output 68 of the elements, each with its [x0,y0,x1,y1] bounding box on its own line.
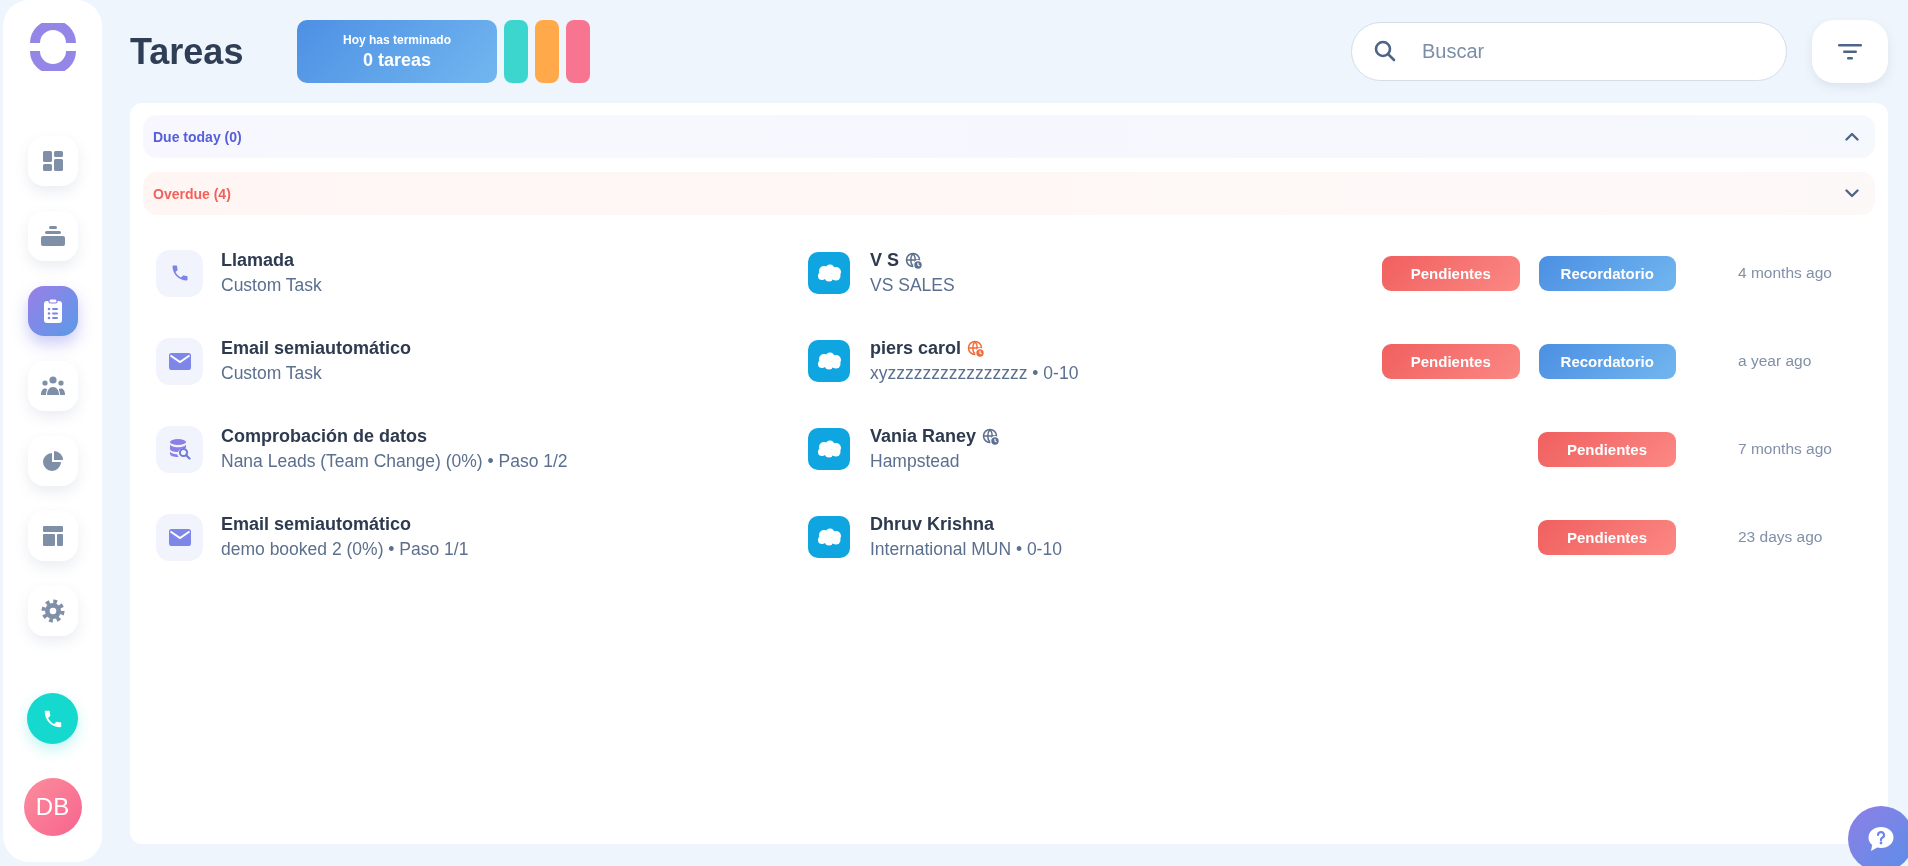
section-header[interactable]: Due today (0) [143,115,1875,158]
sidebar-nav-button[interactable] [27,361,78,411]
sidebar-nav-button[interactable] [27,211,78,261]
search-field[interactable]: Buscar [1351,22,1787,81]
sidebar-nav-button[interactable] [27,286,78,336]
pending-tag[interactable]: Pendientes [1382,343,1520,379]
pending-tag[interactable]: Pendientes [1538,431,1676,467]
contact-name[interactable]: Dhruv Krishna [870,514,995,535]
contact-detail: VS SALES [870,275,956,296]
cloud-icon [816,352,842,370]
summary-count: 0 tareas [362,49,432,71]
task-subtitle: demo booked 2 (0%) • Paso 1/1 [221,539,470,560]
contact-detail: xyzzzzzzzzzzzzzzzz • 0-10 [870,363,1080,384]
section-title: Due today (0) [153,128,242,145]
contact-name[interactable]: Vania Raney [870,426,977,447]
chevron-down-icon[interactable] [1845,189,1859,198]
color-pill[interactable] [504,20,528,83]
color-pill[interactable] [535,20,559,83]
task-time: 4 months ago [1737,264,1833,282]
pending-tag[interactable]: Pendientes [1382,255,1520,291]
user-avatar[interactable]: DB [23,778,82,836]
page-title: Tareas [130,30,245,73]
pie-chart-icon [41,450,64,472]
task-time: 23 days ago [1737,528,1824,546]
help-button[interactable] [1848,806,1908,866]
task-subtitle: Custom Task [221,363,323,384]
contact-detail: International MUN • 0-10 [870,539,1063,560]
task-title: Comprobación de datos [221,426,428,447]
section-title: Overdue (4) [153,185,231,202]
contact-detail: Hampstead [870,451,961,472]
help-chat-icon [1867,826,1895,852]
cloud-icon [816,264,842,282]
contact-name[interactable]: piers carol [870,338,962,359]
chevron-up-icon[interactable] [1845,132,1859,141]
cloud-icon [816,440,842,458]
database-search-icon [168,438,191,460]
settings-icon [40,599,65,623]
summary-caption: Hoy has terminado [343,32,451,47]
reminder-tag[interactable]: Recordatorio [1538,343,1676,379]
task-title: Llamada [221,250,296,271]
section-header[interactable]: Overdue (4) [143,172,1875,215]
task-title: Email semiautomático [221,514,413,535]
dashboard-icon [40,149,65,173]
filter-button[interactable] [1812,20,1888,83]
envelope-icon [168,528,191,546]
search-icon [1373,39,1397,63]
pending-tag[interactable]: Pendientes [1538,519,1676,555]
task-title: Email semiautomático [221,338,413,359]
task-subtitle: Nana Leads (Team Change) (0%) • Paso 1/2 [221,451,569,472]
stack-icon [39,224,66,248]
envelope-icon [168,352,191,370]
task-time: 7 months ago [1737,440,1833,458]
task-subtitle: Custom Task [221,275,323,296]
layout-icon [40,524,65,548]
filter-icon [1838,43,1862,60]
color-pill[interactable] [566,20,590,83]
logo-icon [28,23,77,71]
reminder-tag[interactable]: Recordatorio [1538,255,1676,291]
sidebar-nav-button[interactable] [27,436,78,486]
contact-name[interactable]: V S [870,250,899,271]
people-icon [39,375,66,397]
sidebar-nav-button[interactable] [27,136,78,186]
task-time: a year ago [1737,352,1813,370]
sidebar-nav-button[interactable] [27,511,78,561]
call-button[interactable] [27,693,78,744]
clipboard-list-icon [41,298,64,324]
cloud-icon [816,528,842,546]
sidebar-nav-button[interactable] [27,586,78,636]
